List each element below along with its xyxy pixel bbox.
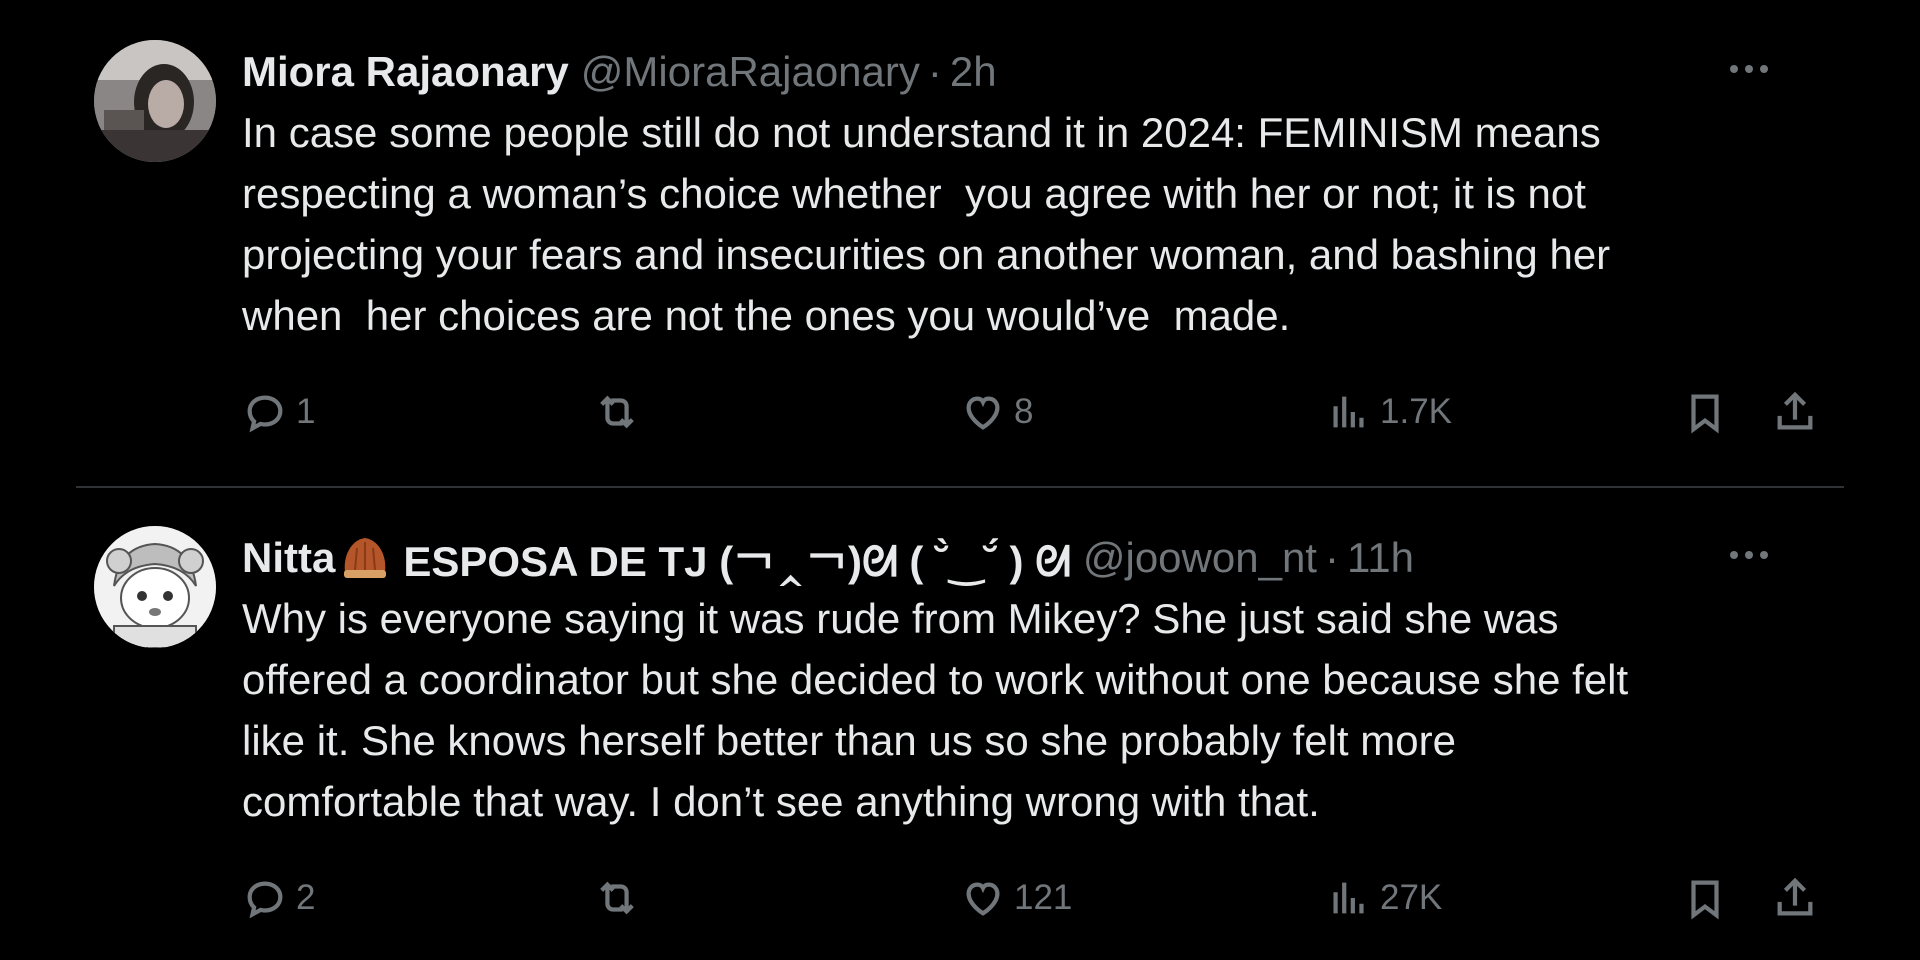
share-icon bbox=[1777, 391, 1813, 430]
retweet-button[interactable] bbox=[594, 868, 648, 928]
avatar[interactable] bbox=[94, 526, 216, 648]
reply-count: 2 bbox=[296, 878, 316, 917]
timestamp[interactable]: 2h bbox=[950, 48, 997, 96]
tweet-text: Why is everyone saying it was rude from … bbox=[242, 595, 1629, 825]
share-button[interactable] bbox=[1772, 868, 1818, 928]
more-icon[interactable] bbox=[1724, 54, 1774, 84]
action-bar: 2 121 27K bbox=[242, 868, 1844, 928]
tweet-header: Nitta ESPOSA DE TJ (￢‸￢)ᘛ ( ˘̀‿˘́ ) ᘛ @j… bbox=[242, 526, 1844, 590]
views-button[interactable]: 27K bbox=[1326, 868, 1442, 928]
share-button[interactable] bbox=[1772, 382, 1818, 442]
more-icon[interactable] bbox=[1724, 540, 1774, 570]
action-bar: 1 8 1.7K bbox=[242, 382, 1844, 442]
separator: · bbox=[1324, 534, 1339, 581]
author-name[interactable]: Miora Rajaonary bbox=[242, 48, 569, 96]
reply-icon bbox=[247, 395, 283, 433]
views-button[interactable]: 1.7K bbox=[1326, 382, 1452, 442]
views-icon bbox=[1333, 396, 1364, 428]
author-handle[interactable]: @MioraRajaonary bbox=[581, 48, 920, 96]
tweet-header: Miora Rajaonary @MioraRajaonary · 2h bbox=[242, 40, 1844, 104]
author-handle[interactable]: @joowon_nt bbox=[1083, 534, 1317, 582]
bookmark-button[interactable] bbox=[1682, 382, 1728, 442]
timestamp[interactable]: 11h bbox=[1347, 534, 1414, 582]
like-button[interactable]: 8 bbox=[960, 382, 1033, 442]
retweet-icon bbox=[600, 881, 634, 915]
reply-count: 1 bbox=[296, 392, 316, 431]
reply-button[interactable]: 2 bbox=[242, 868, 315, 928]
author-name[interactable]: Nitta bbox=[242, 534, 335, 582]
like-count: 8 bbox=[1014, 392, 1034, 431]
bookmark-icon bbox=[1691, 880, 1719, 920]
views-icon bbox=[1333, 882, 1364, 914]
retweet-button[interactable] bbox=[594, 382, 648, 442]
tweet-text: In case some people still do not underst… bbox=[242, 109, 1611, 339]
divider bbox=[76, 486, 1844, 488]
bookmark-button[interactable] bbox=[1682, 868, 1728, 928]
like-button[interactable]: 121 bbox=[960, 868, 1072, 928]
chestnut-emoji-icon bbox=[344, 538, 387, 578]
heart-icon bbox=[966, 882, 1000, 916]
avatar[interactable] bbox=[94, 40, 216, 162]
separator: · bbox=[927, 48, 942, 95]
view-count: 27K bbox=[1380, 878, 1443, 917]
share-icon bbox=[1777, 877, 1813, 916]
view-count: 1.7K bbox=[1380, 392, 1452, 431]
heart-icon bbox=[966, 396, 1000, 430]
retweet-icon bbox=[600, 395, 634, 429]
reply-icon bbox=[247, 881, 283, 919]
like-count: 121 bbox=[1014, 878, 1073, 917]
bookmark-icon bbox=[1691, 394, 1719, 434]
author-name-rest[interactable]: ESPOSA DE TJ (￢‸￢)ᘛ ( ˘̀‿˘́ ) ᘛ bbox=[403, 528, 1071, 589]
reply-button[interactable]: 1 bbox=[242, 382, 315, 442]
